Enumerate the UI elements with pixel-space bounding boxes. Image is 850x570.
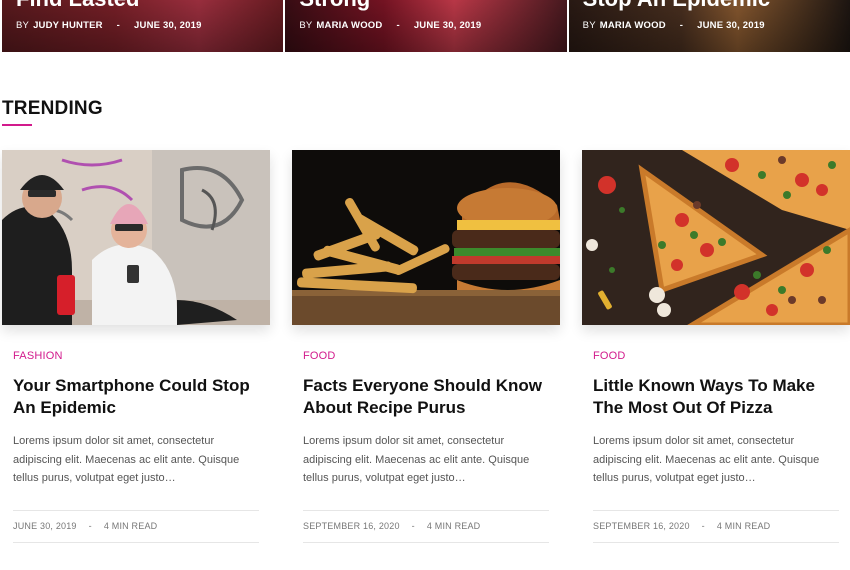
by-label: BY: [299, 20, 313, 31]
fashion-photo-illustration: [2, 150, 270, 325]
category-link[interactable]: FOOD: [303, 350, 549, 362]
burger-photo-illustration: [292, 150, 560, 325]
post-card: FOOD Facts Everyone Should Know About Re…: [292, 150, 560, 543]
post-body: FOOD Little Known Ways To Make The Most …: [582, 350, 850, 543]
trending-grid: FASHION Your Smartphone Could Stop An Ep…: [2, 150, 850, 543]
post-date: JUNE 30, 2019: [413, 20, 482, 31]
post-meta: SEPTEMBER 16, 2020 - 4 MIN READ: [593, 511, 839, 542]
hero-card-3[interactable]: Stop An Epidemic BY MARIA WOOD - JUNE 30…: [568, 0, 850, 52]
hero-title[interactable]: Strong: [299, 0, 370, 12]
author-link[interactable]: MARIA WOOD: [316, 20, 382, 31]
post-date: JUNE 30, 2019: [134, 20, 202, 31]
section-heading: TRENDING: [2, 98, 103, 126]
post-date: JUNE 30, 2019: [697, 20, 765, 31]
post-meta: SEPTEMBER 16, 2020 - 4 MIN READ: [303, 511, 549, 542]
post-meta: JUNE 30, 2019 - 4 MIN READ: [13, 511, 259, 542]
read-time: 4 MIN READ: [426, 521, 481, 531]
post-date: SEPTEMBER 16, 2020: [593, 521, 690, 531]
post-card: FASHION Your Smartphone Could Stop An Ep…: [2, 150, 270, 543]
post-body: FOOD Facts Everyone Should Know About Re…: [292, 350, 560, 543]
read-time: 4 MIN READ: [716, 521, 771, 531]
post-title[interactable]: Your Smartphone Could Stop An Epidemic: [13, 375, 259, 419]
hero-card-1[interactable]: Find Lasted BY JUDY HUNTER - JUNE 30, 20…: [2, 0, 284, 52]
meta-separator: -: [396, 20, 400, 31]
post-excerpt: Lorems ipsum dolor sit amet, consectetur…: [593, 435, 820, 484]
post-title[interactable]: Facts Everyone Should Know About Recipe …: [303, 375, 549, 419]
hero-strip: Find Lasted BY JUDY HUNTER - JUNE 30, 20…: [2, 0, 850, 52]
hero-meta: BY JUDY HUNTER - JUNE 30, 2019: [16, 20, 202, 31]
post-date: JUNE 30, 2019: [13, 521, 77, 531]
section-underline: [2, 124, 32, 126]
read-time: 4 MIN READ: [103, 521, 158, 531]
category-link[interactable]: FASHION: [13, 350, 259, 362]
meta-separator: -: [679, 20, 684, 31]
post-excerpt: Lorems ipsum dolor sit amet, consectetur…: [303, 435, 530, 484]
by-label: BY: [16, 20, 30, 31]
section-title: TRENDING: [2, 98, 103, 119]
by-label: BY: [582, 20, 596, 31]
hero-title[interactable]: Stop An Epidemic: [583, 0, 770, 12]
post-body: FASHION Your Smartphone Could Stop An Ep…: [2, 350, 270, 543]
meta-separator: -: [701, 521, 705, 531]
post-card: FOOD Little Known Ways To Make The Most …: [582, 150, 850, 543]
hero-title[interactable]: Find Lasted: [16, 0, 139, 12]
divider: [303, 541, 549, 543]
post-excerpt: Lorems ipsum dolor sit amet, consectetur…: [13, 435, 240, 484]
hero-card-2[interactable]: Strong BY MARIA WOOD - JUNE 30, 2019: [285, 0, 567, 52]
post-date: SEPTEMBER 16, 2020: [303, 521, 400, 531]
pizza-photo-illustration: [582, 150, 850, 325]
meta-separator: -: [116, 20, 121, 31]
divider: [13, 541, 259, 543]
hero-meta: BY MARIA WOOD - JUNE 30, 2019: [299, 20, 481, 31]
divider: [593, 541, 839, 543]
author-link[interactable]: MARIA WOOD: [600, 20, 666, 31]
post-title[interactable]: Little Known Ways To Make The Most Out O…: [593, 375, 839, 419]
post-thumbnail[interactable]: [582, 150, 850, 325]
author-link[interactable]: JUDY HUNTER: [33, 20, 103, 31]
meta-separator: -: [411, 521, 415, 531]
hero-meta: BY MARIA WOOD - JUNE 30, 2019: [583, 20, 765, 31]
category-link[interactable]: FOOD: [593, 350, 839, 362]
post-thumbnail[interactable]: [2, 150, 270, 325]
meta-separator: -: [88, 521, 92, 531]
post-thumbnail[interactable]: [292, 150, 560, 325]
